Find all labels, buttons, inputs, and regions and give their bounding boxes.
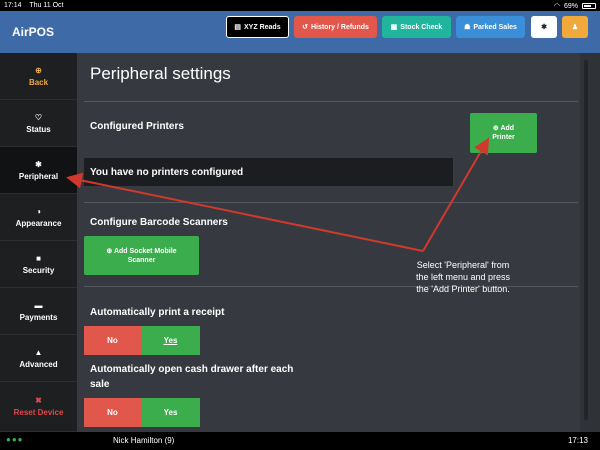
report-icon: ▤ (234, 24, 242, 31)
sidebar-item-appearance[interactable]: ◑ Appearance (0, 194, 77, 241)
parked-sales-button[interactable]: ☗ Parked Sales (456, 16, 525, 38)
plus-icon: ⊕ (492, 125, 499, 132)
gear-icon: ✱ (35, 159, 42, 169)
history-icon: ↺ (302, 24, 308, 31)
wifi-icon: ◠ (553, 3, 560, 10)
app-brand: AirPOS (12, 25, 55, 39)
car-icon: ☗ (464, 24, 471, 31)
device-date: Thu 11 Oct (29, 2, 64, 9)
cash-drawer-yes-button[interactable]: Yes (141, 398, 200, 427)
sidebar-item-payments[interactable]: ▬ Payments (0, 288, 77, 335)
divider (84, 202, 578, 203)
stock-check-label: Stock Check (400, 23, 443, 31)
configured-printers-heading: Configured Printers (90, 121, 184, 132)
sidebar-item-label: Status (26, 124, 51, 134)
sidebar-item-label: Peripheral (18, 171, 59, 181)
gear-icon: ✱ (541, 24, 547, 31)
device-status-bar: 17:14 Thu 11 Oct ◠ 69% (0, 0, 600, 11)
connection-status-icon: ●●● (6, 435, 24, 444)
add-printer-button[interactable]: ⊕ Add Printer (470, 113, 537, 153)
annotation-line: the 'Add Printer' button. (416, 284, 510, 294)
current-user: Nick Hamilton (9) (113, 436, 175, 445)
cash-drawer-no-button[interactable]: No (84, 398, 141, 427)
annotation-line: the left menu and press (415, 272, 511, 282)
contrast-icon: ◑ (36, 206, 41, 216)
add-printer-label-2: Printer (492, 134, 515, 141)
battery-icon (582, 3, 596, 9)
sidebar-item-advanced[interactable]: ▲ Advanced (0, 335, 77, 382)
cart-icon: ▬ (34, 300, 43, 310)
device-time: 17:14 (4, 2, 22, 9)
scrollbar-track[interactable] (580, 53, 600, 432)
sidebar-item-security[interactable]: ■ Security (0, 241, 77, 288)
print-receipt-label: Automatically print a receipt (90, 307, 225, 318)
footer-clock: 17:13 (567, 436, 588, 445)
cash-drawer-label: Automatically open cash drawer after eac… (90, 364, 294, 375)
add-scanner-label: ⊕ Add Socket Mobile (106, 247, 177, 255)
heartbeat-icon: ♡ (34, 112, 43, 122)
sidebar-item-back[interactable]: ⊕ Back (0, 53, 77, 100)
annotation-line: Select 'Peripheral' from (416, 260, 510, 270)
user-icon: ♟ (571, 24, 579, 31)
cash-drawer-toggle: No Yes (84, 398, 200, 427)
print-receipt-toggle: No Yes (84, 326, 200, 355)
app-footer: ●●● Nick Hamilton (9) 17:13 (0, 432, 600, 450)
add-scanner-label-2: Scanner (127, 256, 156, 264)
sidebar-item-label: Back (28, 77, 49, 87)
sidebar-item-label: Payments (19, 312, 58, 322)
user-button[interactable]: ♟ (562, 16, 588, 38)
parked-sales-label: Parked Sales (473, 23, 517, 31)
sidebar-item-label: Reset Device (13, 408, 64, 417)
print-receipt-yes-button[interactable]: Yes (141, 326, 200, 355)
sidebar-item-peripheral[interactable]: ✱ Peripheral (0, 147, 77, 194)
no-printers-message: You have no printers configured (84, 158, 453, 186)
add-printer-label: Add (500, 125, 515, 132)
barcode-scanners-heading: Configure Barcode Scanners (90, 217, 228, 228)
tutorial-annotation: Select 'Peripheral' from the left menu a… (398, 259, 528, 295)
history-refunds-label: History / Refunds (310, 23, 369, 31)
stock-check-button[interactable]: ▦ Stock Check (382, 16, 451, 38)
add-socket-mobile-scanner-button[interactable]: ⊕ Add Socket Mobile Scanner (84, 236, 199, 275)
back-icon: ⊕ (35, 65, 42, 75)
barcode-icon: ▦ (390, 24, 398, 31)
print-receipt-no-button[interactable]: No (84, 326, 141, 355)
sidebar-item-label: Advanced (19, 359, 58, 369)
battery-percent: 69% (563, 2, 578, 10)
scrollbar-thumb[interactable] (584, 60, 588, 420)
page-title: Peripheral settings (90, 64, 231, 83)
close-icon: ✖ (35, 396, 42, 405)
sidebar-item-label: Appearance (15, 218, 62, 228)
sidebar-item-status[interactable]: ♡ Status (0, 100, 77, 147)
sidebar-item-label: Security (22, 265, 55, 275)
cash-drawer-label-2: sale (90, 379, 110, 390)
lock-icon: ■ (36, 253, 41, 263)
xyz-reads-button[interactable]: ▤ XYZ Reads (226, 16, 289, 38)
history-refunds-button[interactable]: ↺ History / Refunds (294, 16, 377, 38)
sidebar-item-reset-device[interactable]: ✖ Reset Device (0, 382, 77, 432)
settings-button[interactable]: ✱ (531, 16, 557, 38)
divider (84, 101, 578, 102)
warning-icon: ▲ (34, 347, 43, 357)
xyz-reads-label: XYZ Reads (244, 23, 281, 31)
